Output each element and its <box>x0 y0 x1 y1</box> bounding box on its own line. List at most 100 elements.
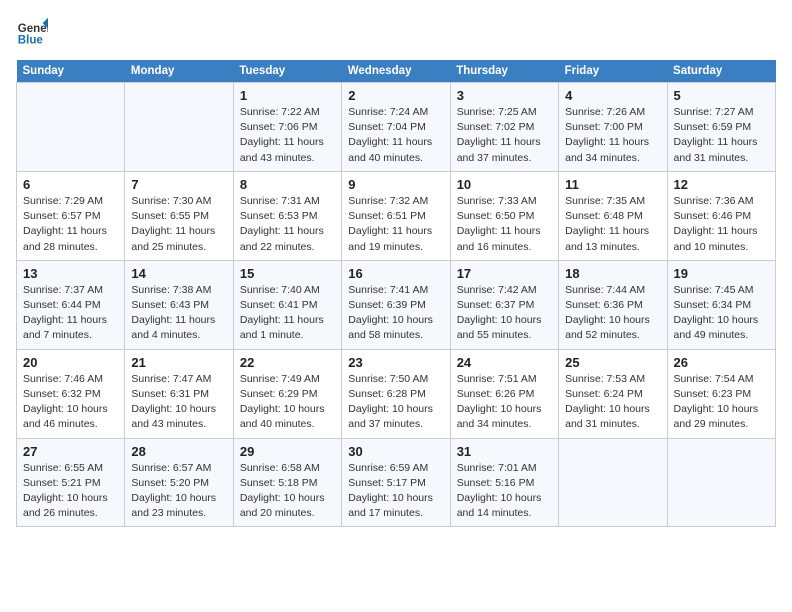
calendar-cell: 3 Sunrise: 7:25 AMSunset: 7:02 PMDaylight… <box>450 83 558 172</box>
calendar-cell: 19Sunrise: 7:45 AMSunset: 6:34 PMDayligh… <box>667 260 775 349</box>
calendar-cell: 27Sunrise: 6:55 AMSunset: 5:21 PMDayligh… <box>17 438 125 527</box>
svg-text:Blue: Blue <box>18 35 44 47</box>
week-row-2: 6 Sunrise: 7:29 AMSunset: 6:57 PMDaylight… <box>17 171 776 260</box>
day-info: Sunrise: 7:51 AMSunset: 6:26 PMDaylight:… <box>457 372 552 433</box>
calendar-cell: 6 Sunrise: 7:29 AMSunset: 6:57 PMDaylight… <box>17 171 125 260</box>
calendar-cell: 10 Sunrise: 7:33 AMSunset: 6:50 PMDayligh… <box>450 171 558 260</box>
day-number: 23 <box>348 355 443 370</box>
day-number: 17 <box>457 266 552 281</box>
calendar-cell: 9 Sunrise: 7:32 AMSunset: 6:51 PMDaylight… <box>342 171 450 260</box>
svg-text:General: General <box>18 23 48 35</box>
calendar-cell: 17 Sunrise: 7:42 AMSunset: 6:37 PMDayligh… <box>450 260 558 349</box>
day-number: 22 <box>240 355 335 370</box>
day-number: 3 <box>457 88 552 103</box>
day-number: 25 <box>565 355 660 370</box>
day-info: Sunrise: 7:40 AMSunset: 6:41 PMDaylight:… <box>240 283 335 344</box>
calendar-cell: 31Sunrise: 7:01 AMSunset: 5:16 PMDayligh… <box>450 438 558 527</box>
calendar-cell: 13 Sunrise: 7:37 AMSunset: 6:44 PMDayligh… <box>17 260 125 349</box>
calendar-cell: 30 Sunrise: 6:59 AMSunset: 5:17 PMDayligh… <box>342 438 450 527</box>
day-info: Sunrise: 7:25 AMSunset: 7:02 PMDaylight:… <box>457 105 552 166</box>
day-info: Sunrise: 7:36 AMSunset: 6:46 PMDaylight:… <box>674 194 769 255</box>
calendar-cell: 12 Sunrise: 7:36 AMSunset: 6:46 PMDayligh… <box>667 171 775 260</box>
day-info: Sunrise: 7:50 AMSunset: 6:28 PMDaylight:… <box>348 372 443 433</box>
calendar-cell: 15 Sunrise: 7:40 AMSunset: 6:41 PMDayligh… <box>233 260 341 349</box>
calendar-cell: 1Sunrise: 7:22 AMSunset: 7:06 PMDaylight… <box>233 83 341 172</box>
day-info: Sunrise: 7:42 AMSunset: 6:37 PMDaylight:… <box>457 283 552 344</box>
day-info: Sunrise: 7:32 AMSunset: 6:51 PMDaylight:… <box>348 194 443 255</box>
calendar-cell: 26 Sunrise: 7:54 AMSunset: 6:23 PMDayligh… <box>667 349 775 438</box>
calendar-cell: 20Sunrise: 7:46 AMSunset: 6:32 PMDayligh… <box>17 349 125 438</box>
calendar-cell: 23 Sunrise: 7:50 AMSunset: 6:28 PMDayligh… <box>342 349 450 438</box>
day-info: Sunrise: 7:27 AMSunset: 6:59 PMDaylight:… <box>674 105 769 166</box>
day-info: Sunrise: 6:59 AMSunset: 5:17 PMDaylight:… <box>348 461 443 522</box>
calendar-cell: 22 Sunrise: 7:49 AMSunset: 6:29 PMDayligh… <box>233 349 341 438</box>
calendar-cell <box>667 438 775 527</box>
day-info: Sunrise: 7:45 AMSunset: 6:34 PMDaylight:… <box>674 283 769 344</box>
day-number: 26 <box>674 355 769 370</box>
day-info: Sunrise: 7:35 AMSunset: 6:48 PMDaylight:… <box>565 194 660 255</box>
calendar-cell: 21 Sunrise: 7:47 AMSunset: 6:31 PMDayligh… <box>125 349 233 438</box>
day-number: 18 <box>565 266 660 281</box>
weekday-header-saturday: Saturday <box>667 60 775 83</box>
day-number: 30 <box>348 444 443 459</box>
logo-icon: General Blue <box>16 16 48 48</box>
day-info: Sunrise: 7:49 AMSunset: 6:29 PMDaylight:… <box>240 372 335 433</box>
day-number: 10 <box>457 177 552 192</box>
calendar-cell: 11 Sunrise: 7:35 AMSunset: 6:48 PMDayligh… <box>559 171 667 260</box>
calendar-cell <box>559 438 667 527</box>
day-info: Sunrise: 7:29 AMSunset: 6:57 PMDaylight:… <box>23 194 118 255</box>
day-info: Sunrise: 7:54 AMSunset: 6:23 PMDaylight:… <box>674 372 769 433</box>
calendar-cell <box>17 83 125 172</box>
calendar-table: SundayMondayTuesdayWednesdayThursdayFrid… <box>16 60 776 527</box>
weekday-header-row: SundayMondayTuesdayWednesdayThursdayFrid… <box>17 60 776 83</box>
day-info: Sunrise: 6:57 AMSunset: 5:20 PMDaylight:… <box>131 461 226 522</box>
day-info: Sunrise: 7:46 AMSunset: 6:32 PMDaylight:… <box>23 372 118 433</box>
week-row-1: 1Sunrise: 7:22 AMSunset: 7:06 PMDaylight… <box>17 83 776 172</box>
day-info: Sunrise: 7:33 AMSunset: 6:50 PMDaylight:… <box>457 194 552 255</box>
day-number: 11 <box>565 177 660 192</box>
calendar-cell: 18 Sunrise: 7:44 AMSunset: 6:36 PMDayligh… <box>559 260 667 349</box>
day-number: 12 <box>674 177 769 192</box>
calendar-cell: 16Sunrise: 7:41 AMSunset: 6:39 PMDayligh… <box>342 260 450 349</box>
day-info: Sunrise: 7:41 AMSunset: 6:39 PMDaylight:… <box>348 283 443 344</box>
weekday-header-sunday: Sunday <box>17 60 125 83</box>
day-number: 28 <box>131 444 226 459</box>
day-number: 21 <box>131 355 226 370</box>
week-row-4: 20Sunrise: 7:46 AMSunset: 6:32 PMDayligh… <box>17 349 776 438</box>
week-row-3: 13 Sunrise: 7:37 AMSunset: 6:44 PMDayligh… <box>17 260 776 349</box>
day-info: Sunrise: 7:24 AMSunset: 7:04 PMDaylight:… <box>348 105 443 166</box>
calendar-cell: 8 Sunrise: 7:31 AMSunset: 6:53 PMDaylight… <box>233 171 341 260</box>
day-number: 6 <box>23 177 118 192</box>
calendar-cell: 5Sunrise: 7:27 AMSunset: 6:59 PMDaylight… <box>667 83 775 172</box>
day-info: Sunrise: 7:31 AMSunset: 6:53 PMDaylight:… <box>240 194 335 255</box>
day-info: Sunrise: 7:44 AMSunset: 6:36 PMDaylight:… <box>565 283 660 344</box>
day-info: Sunrise: 7:30 AMSunset: 6:55 PMDaylight:… <box>131 194 226 255</box>
day-number: 9 <box>348 177 443 192</box>
day-number: 24 <box>457 355 552 370</box>
day-number: 13 <box>23 266 118 281</box>
weekday-header-thursday: Thursday <box>450 60 558 83</box>
day-number: 31 <box>457 444 552 459</box>
calendar-cell: 25Sunrise: 7:53 AMSunset: 6:24 PMDayligh… <box>559 349 667 438</box>
calendar-cell: 14 Sunrise: 7:38 AMSunset: 6:43 PMDayligh… <box>125 260 233 349</box>
day-info: Sunrise: 6:55 AMSunset: 5:21 PMDaylight:… <box>23 461 118 522</box>
calendar-cell <box>125 83 233 172</box>
day-number: 29 <box>240 444 335 459</box>
day-number: 1 <box>240 88 335 103</box>
day-number: 15 <box>240 266 335 281</box>
day-number: 4 <box>565 88 660 103</box>
weekday-header-friday: Friday <box>559 60 667 83</box>
day-number: 8 <box>240 177 335 192</box>
calendar-cell: 28 Sunrise: 6:57 AMSunset: 5:20 PMDayligh… <box>125 438 233 527</box>
day-info: Sunrise: 7:47 AMSunset: 6:31 PMDaylight:… <box>131 372 226 433</box>
weekday-header-tuesday: Tuesday <box>233 60 341 83</box>
day-number: 7 <box>131 177 226 192</box>
weekday-header-wednesday: Wednesday <box>342 60 450 83</box>
day-info: Sunrise: 7:26 AMSunset: 7:00 PMDaylight:… <box>565 105 660 166</box>
day-number: 2 <box>348 88 443 103</box>
day-number: 14 <box>131 266 226 281</box>
calendar-cell: 7 Sunrise: 7:30 AMSunset: 6:55 PMDaylight… <box>125 171 233 260</box>
day-info: Sunrise: 7:38 AMSunset: 6:43 PMDaylight:… <box>131 283 226 344</box>
calendar-cell: 2 Sunrise: 7:24 AMSunset: 7:04 PMDaylight… <box>342 83 450 172</box>
day-info: Sunrise: 7:37 AMSunset: 6:44 PMDaylight:… <box>23 283 118 344</box>
